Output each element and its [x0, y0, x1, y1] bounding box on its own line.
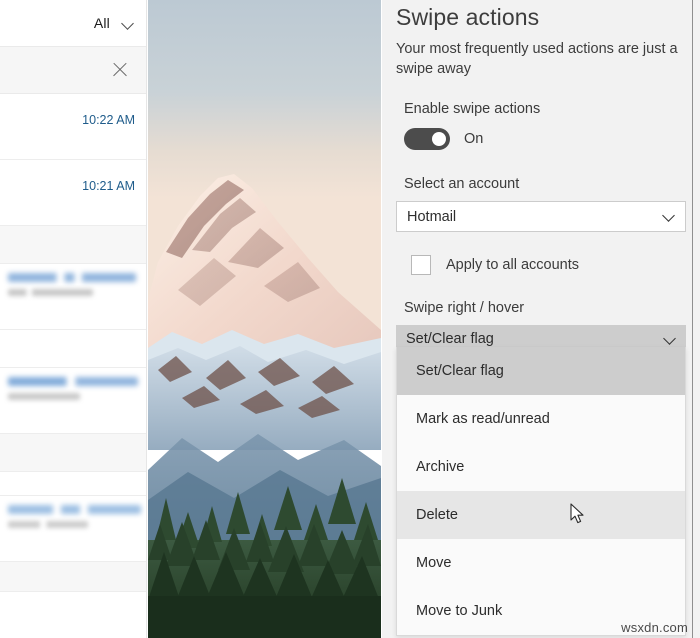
- account-select-value: Hotmail: [407, 208, 457, 225]
- page-subtitle: Your most frequently used actions are ju…: [396, 41, 678, 77]
- dropdown-option-delete[interactable]: Delete: [397, 491, 685, 539]
- app-window: All 10:22 AM 10:21 AM Swipe actions Your…: [0, 0, 700, 638]
- toggle-knob: [432, 132, 446, 146]
- enable-swipe-toggle[interactable]: [404, 128, 450, 150]
- mail-list-panel: All 10:22 AM 10:21 AM: [0, 0, 147, 638]
- dropdown-option-archive[interactable]: Archive: [397, 443, 685, 491]
- message-time: 10:21 AM: [82, 179, 135, 193]
- blurred-subject: [8, 505, 141, 514]
- dropdown-option-label: Move: [416, 555, 452, 571]
- filter-all-label[interactable]: All: [94, 15, 110, 31]
- chevron-down-icon: [663, 210, 676, 223]
- list-item[interactable]: [0, 496, 146, 562]
- dropdown-option-label: Move to Junk: [416, 603, 503, 619]
- select-account-label: Select an account: [404, 176, 520, 192]
- search-bar[interactable]: [0, 46, 146, 94]
- list-item[interactable]: [0, 264, 146, 330]
- apply-all-accounts-row[interactable]: Apply to all accounts: [411, 255, 686, 275]
- enable-swipe-label: Enable swipe actions: [404, 101, 541, 117]
- list-item[interactable]: 10:22 AM: [0, 94, 146, 160]
- swipe-right-group: Swipe right / hover Set/Clear flag: [396, 300, 686, 353]
- swipe-right-select-value: Set/Clear flag: [406, 331, 494, 347]
- swipe-right-dropdown[interactable]: Set/Clear flag Mark as read/unread Archi…: [396, 347, 686, 636]
- select-account-group: Select an account Hotmail: [396, 176, 686, 232]
- background-photo: [148, 0, 381, 638]
- window-edge-fill: [693, 0, 700, 638]
- chevron-down-icon: [664, 333, 677, 346]
- toggle-state-label: On: [464, 131, 484, 147]
- apply-all-accounts-checkbox[interactable]: [411, 255, 431, 275]
- blurred-subject: [8, 377, 138, 386]
- blurred-preview: [8, 393, 80, 400]
- blurred-preview: [8, 289, 93, 296]
- dropdown-option-label: Mark as read/unread: [416, 411, 550, 427]
- dropdown-option-mark-as-read-unread[interactable]: Mark as read/unread: [397, 395, 685, 443]
- dropdown-option-label: Archive: [416, 459, 465, 475]
- dropdown-option-set-clear-flag[interactable]: Set/Clear flag: [397, 347, 685, 395]
- page-title: Swipe actions: [396, 4, 540, 30]
- swipe-right-label: Swipe right / hover: [404, 300, 525, 316]
- message-time: 10:22 AM: [82, 113, 135, 127]
- dropdown-option-move[interactable]: Move: [397, 539, 685, 587]
- list-item[interactable]: 10:21 AM: [0, 160, 146, 226]
- mail-list-header: All: [0, 0, 146, 46]
- list-divider-row: [0, 434, 146, 472]
- list-item[interactable]: [0, 368, 146, 434]
- blurred-preview: [8, 521, 88, 528]
- watermark: wsxdn.com: [621, 620, 688, 635]
- window-edge-border: [691, 0, 693, 638]
- settings-pane: Swipe actions Your most frequently used …: [382, 0, 700, 638]
- chevron-down-icon[interactable]: [122, 17, 135, 30]
- list-divider-row: [0, 330, 146, 368]
- blurred-subject: [8, 273, 136, 282]
- enable-swipe-group: Enable swipe actions On: [396, 101, 686, 150]
- dropdown-option-label: Set/Clear flag: [416, 363, 504, 379]
- list-divider-row: [0, 562, 146, 592]
- list-divider-row: [0, 226, 146, 264]
- enable-swipe-toggle-row: On: [404, 128, 686, 150]
- list-divider-row: [0, 472, 146, 496]
- apply-all-accounts-label: Apply to all accounts: [446, 257, 579, 273]
- dropdown-option-label: Delete: [416, 507, 458, 523]
- account-select[interactable]: Hotmail: [396, 201, 686, 232]
- close-icon[interactable]: [111, 61, 129, 79]
